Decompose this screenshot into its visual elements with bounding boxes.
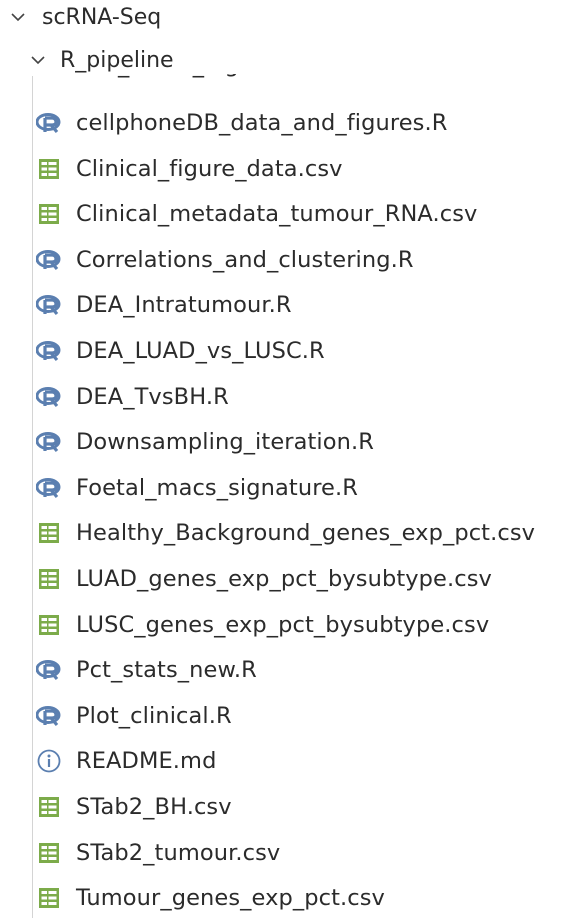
r-file-icon xyxy=(36,657,62,683)
file-item[interactable]: Correlations_and_clustering.R xyxy=(0,237,572,283)
file-item[interactable]: Clinical_figure_data.csv xyxy=(0,146,572,192)
file-name: LUSC_genes_exp_pct_bysubtype.csv xyxy=(76,611,490,638)
file-name: DEA_TvsBH.R xyxy=(76,383,229,410)
file-name: STab2_BH.csv xyxy=(76,794,232,820)
file-item[interactable]: LUAD_genes_exp_pct_bysubtype.csv xyxy=(0,556,572,602)
file-item[interactable]: README.md xyxy=(0,738,572,784)
csv-file-icon xyxy=(36,156,62,182)
file-name: Correlations_and_clustering.R xyxy=(76,246,414,273)
file-name: Plot_clinical.R xyxy=(76,702,232,729)
file-item[interactable]: cellphoneDB_data_and_figures.R xyxy=(0,100,572,146)
folder-scrna-seq[interactable]: scRNA-Seq xyxy=(6,0,572,40)
r-file-icon xyxy=(36,429,62,455)
csv-file-icon xyxy=(36,566,62,592)
file-item[interactable]: DEA_LUAD_vs_LUSC.R xyxy=(0,328,572,374)
info-icon xyxy=(36,748,62,774)
file-item[interactable]: LUSC_genes_exp_pct_bysubtype.csv xyxy=(0,602,572,648)
csv-file-icon xyxy=(36,885,62,911)
file-name: Healthy_Background_genes_exp_pct.csv xyxy=(76,520,536,547)
csv-file-icon xyxy=(36,840,62,866)
file-item[interactable]: Healthy_Background_genes_exp_pct.csv xyxy=(0,510,572,556)
file-name: Foetal_macs_signature.R xyxy=(76,474,358,501)
folder-label: scRNA-Seq xyxy=(42,4,162,30)
file-name: Pct_stats_new.R xyxy=(76,657,257,684)
csv-file-icon xyxy=(36,520,62,546)
file-item[interactable]: Pct_stats_new.R xyxy=(0,647,572,693)
csv-file-icon xyxy=(36,794,62,820)
file-name: STab2_tumour.csv xyxy=(76,839,281,866)
file-item[interactable]: STab2_tumour.csv xyxy=(0,830,572,876)
r-file-icon xyxy=(36,247,62,273)
r-file-icon xyxy=(36,338,62,364)
r-file-icon xyxy=(36,110,62,136)
file-item[interactable]: Plot_clinical.R xyxy=(0,693,572,739)
file-item[interactable]: DEA_Intratumour.R xyxy=(0,282,572,328)
file-name: cellphoneDB_data_and_figures.R xyxy=(76,110,448,136)
chevron-down-icon[interactable] xyxy=(6,5,30,29)
file-name: DEA_Intratumour.R xyxy=(76,292,292,319)
file-name: DEA_LUAD_vs_LUSC.R xyxy=(76,338,325,364)
file-explorer-tree: scRNA-Seq R_pipeline Cell_count_bigPlot.… xyxy=(0,0,572,918)
folder-label: R_pipeline xyxy=(60,47,174,73)
file-name: Downsampling_iteration.R xyxy=(76,429,374,456)
file-item[interactable]: Foetal_macs_signature.R xyxy=(0,465,572,511)
file-name: Tumour_genes_exp_pct.csv xyxy=(76,885,385,912)
file-item[interactable]: Downsampling_iteration.R xyxy=(0,419,572,465)
r-file-icon xyxy=(36,292,62,318)
r-file-icon xyxy=(36,703,62,729)
file-name: LUAD_genes_exp_pct_bysubtype.csv xyxy=(76,566,492,592)
file-item[interactable]: Clinical_metadata_tumour_RNA.csv xyxy=(0,191,572,237)
file-item[interactable]: DEA_TvsBH.R xyxy=(0,374,572,420)
file-item[interactable]: STab2_BH.csv xyxy=(0,784,572,830)
r-file-icon xyxy=(36,475,62,501)
csv-file-icon xyxy=(36,612,62,638)
r-file-icon xyxy=(36,384,62,410)
csv-file-icon xyxy=(36,201,62,227)
chevron-down-icon[interactable] xyxy=(26,48,50,72)
file-name: Clinical_figure_data.csv xyxy=(76,155,343,182)
file-item[interactable]: Tumour_genes_exp_pct.csv xyxy=(0,875,572,918)
file-name: Clinical_metadata_tumour_RNA.csv xyxy=(76,201,478,228)
file-name: README.md xyxy=(76,748,217,775)
